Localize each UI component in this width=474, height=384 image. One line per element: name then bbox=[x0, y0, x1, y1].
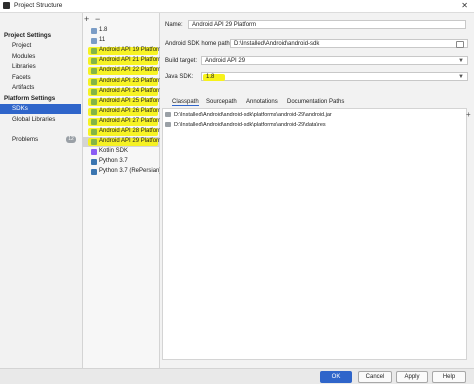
project-settings-header: Project Settings bbox=[4, 32, 52, 39]
problems-count-badge: 12 bbox=[66, 136, 76, 143]
sdk-item[interactable]: 1.8 bbox=[83, 26, 159, 36]
android-icon bbox=[91, 88, 97, 95]
name-field[interactable]: Android API 29 Platform bbox=[188, 20, 466, 29]
sdk-item[interactable]: Android API 24 Platform bbox=[83, 87, 163, 97]
android-icon bbox=[91, 78, 97, 85]
python-icon bbox=[91, 159, 97, 166]
sdk-list-panel: + − 1.8 11 Android API 19 Platform Android … bbox=[83, 13, 163, 368]
sdk-item-label: Android API 21 Platform bbox=[99, 57, 164, 64]
sdk-item-label: Android API 26 Platform bbox=[99, 107, 164, 114]
sdk-item[interactable]: Android API 23 Platform bbox=[83, 77, 163, 87]
sdk-item-label: Python 3.7 (RePersian) bbox=[99, 168, 162, 175]
sdk-item[interactable]: Android API 21 Platform bbox=[83, 56, 163, 66]
window-title: Project Structure bbox=[14, 2, 63, 9]
cancel-button[interactable]: Cancel bbox=[358, 371, 392, 383]
sdk-item[interactable]: Python 3.7 bbox=[83, 157, 159, 167]
close-icon[interactable]: ✕ bbox=[461, 1, 468, 10]
nav-item-problems[interactable]: Problems bbox=[12, 136, 38, 143]
app-icon bbox=[3, 2, 10, 9]
folder-icon bbox=[165, 122, 171, 128]
sdk-item[interactable]: Android API 28 Platform bbox=[83, 127, 163, 137]
nav-item-facets[interactable]: Facets bbox=[12, 74, 31, 81]
sdk-item[interactable]: Kotlin SDK bbox=[83, 147, 159, 157]
add-icon[interactable]: + bbox=[84, 14, 89, 24]
sdk-item-label: Android API 23 Platform bbox=[99, 77, 164, 84]
android-icon bbox=[91, 118, 97, 125]
nav-item-project[interactable]: Project bbox=[12, 42, 31, 49]
build-target-label: Build target: bbox=[165, 58, 198, 64]
build-target-value: Android API 29 bbox=[205, 58, 246, 64]
tab-annotations[interactable]: Annotations bbox=[246, 99, 278, 105]
sdk-item-label: Android API 27 Platform bbox=[99, 117, 164, 124]
android-icon bbox=[91, 68, 97, 75]
sdk-item[interactable]: Android API 26 Platform bbox=[83, 107, 163, 117]
jar-icon bbox=[165, 112, 171, 118]
sdk-item[interactable]: Android API 22 Platform bbox=[83, 66, 163, 76]
chevron-down-icon: ▼ bbox=[458, 74, 464, 80]
android-icon bbox=[91, 58, 97, 65]
help-button[interactable]: Help bbox=[432, 371, 466, 383]
sdk-item[interactable]: Android API 29 Platform bbox=[83, 137, 163, 148]
kotlin-icon bbox=[91, 149, 97, 156]
apply-button[interactable]: Apply bbox=[396, 371, 428, 383]
sdk-item[interactable]: 11 bbox=[83, 36, 159, 46]
sdk-item-label: Android API 25 Platform bbox=[99, 97, 164, 104]
sdk-item[interactable]: Android API 19 Platform bbox=[83, 46, 163, 56]
sdk-item-label: 11 bbox=[99, 37, 106, 44]
platform-settings-header: Platform Settings bbox=[4, 95, 56, 102]
sdk-details-panel: Name: Android API 29 Platform Android SD… bbox=[160, 13, 474, 368]
sdk-item-label: Android API 29 Platform bbox=[99, 138, 164, 145]
folder-browse-icon[interactable] bbox=[456, 41, 464, 48]
android-icon bbox=[91, 139, 97, 146]
classpath-list: D:\Installed\Android\android-sdk\platfor… bbox=[162, 108, 467, 360]
sdk-item[interactable]: Python 3.7 (RePersian) bbox=[83, 167, 162, 177]
sdk-item-label: Python 3.7 bbox=[99, 158, 128, 165]
folder-icon bbox=[91, 38, 97, 45]
java-sdk-select[interactable]: 1.8 ▼ bbox=[201, 72, 468, 81]
sdk-item-label: Android API 19 Platform bbox=[99, 47, 164, 54]
sdk-item-label: Android API 22 Platform bbox=[99, 67, 164, 74]
nav-item-modules[interactable]: Modules bbox=[12, 53, 35, 60]
nav-item-artifacts[interactable]: Artifacts bbox=[12, 84, 34, 91]
tab-documentation-paths[interactable]: Documentation Paths bbox=[287, 99, 344, 105]
name-label: Name: bbox=[165, 22, 183, 28]
android-icon bbox=[91, 129, 97, 135]
nav-item-global-libraries[interactable]: Global Libraries bbox=[12, 116, 55, 123]
sdk-item-label: Android API 24 Platform bbox=[99, 87, 164, 94]
tab-sourcepath[interactable]: Sourcepath bbox=[206, 99, 237, 105]
sdk-item-label: Kotlin SDK bbox=[99, 148, 129, 155]
sdk-item-label: 1.8 bbox=[99, 27, 108, 33]
java-sdk-value: 1.8 bbox=[206, 74, 215, 80]
home-path-label: Android SDK home path: bbox=[165, 41, 232, 47]
sdk-item[interactable]: Android API 25 Platform bbox=[83, 97, 163, 107]
nav-item-libraries[interactable]: Libraries bbox=[12, 63, 36, 70]
folder-icon bbox=[91, 28, 97, 34]
build-target-select[interactable]: Android API 29 ▼ bbox=[201, 56, 468, 65]
chevron-down-icon: ▼ bbox=[458, 58, 464, 64]
classpath-row[interactable]: D:\Installed\Android\android-sdk\platfor… bbox=[165, 112, 332, 118]
android-icon bbox=[91, 48, 97, 55]
title-bar: Project Structure ✕ bbox=[0, 0, 474, 13]
left-nav: Project Settings Project Modules Librari… bbox=[0, 13, 83, 368]
home-path-value: D:\Installed\Android\android-sdk bbox=[234, 41, 320, 47]
sdk-item-label: Android API 28 Platform bbox=[99, 128, 164, 134]
home-path-field[interactable]: D:\Installed\Android\android-sdk bbox=[230, 39, 468, 48]
ok-button[interactable]: OK bbox=[320, 371, 352, 383]
dialog-buttons: OK Cancel Apply Help bbox=[0, 368, 474, 384]
java-sdk-label: Java SDK: bbox=[165, 74, 194, 80]
python-icon bbox=[91, 169, 97, 176]
classpath-row[interactable]: D:\Installed\Android\android-sdk\platfor… bbox=[165, 122, 326, 128]
remove-icon[interactable]: − bbox=[95, 14, 100, 24]
add-path-icon[interactable]: + bbox=[466, 110, 471, 119]
android-icon bbox=[91, 108, 97, 115]
sdk-item[interactable]: Android API 27 Platform bbox=[83, 117, 163, 127]
android-icon bbox=[91, 98, 97, 105]
tab-classpath[interactable]: Classpath bbox=[172, 99, 199, 106]
nav-item-sdks[interactable]: SDKs bbox=[12, 105, 28, 112]
